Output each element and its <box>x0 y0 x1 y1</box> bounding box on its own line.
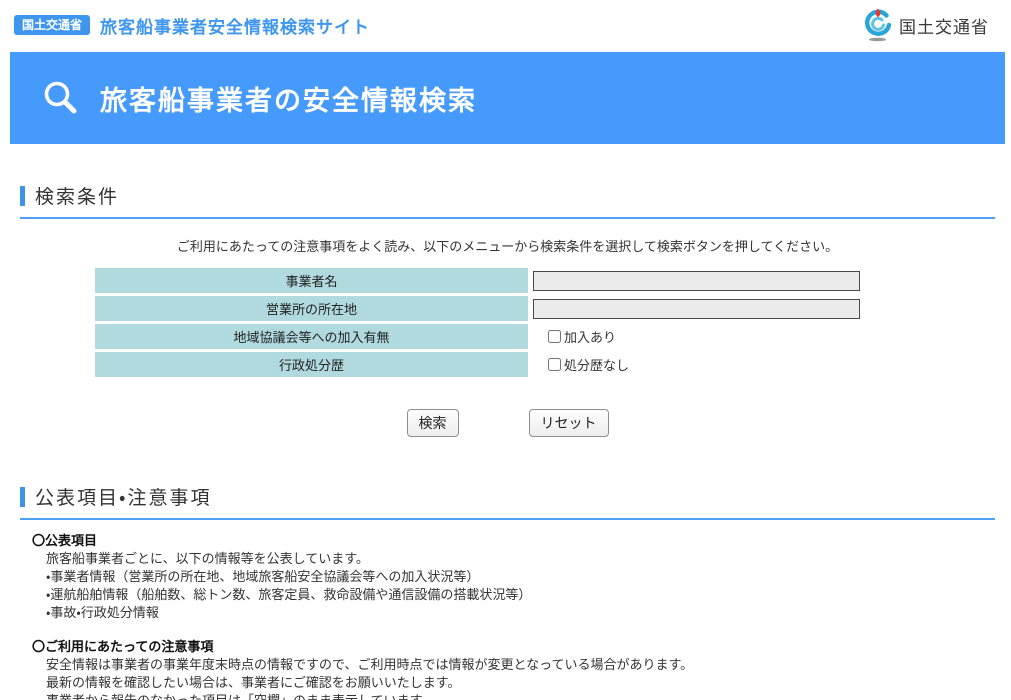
disposition-history-option[interactable]: 処分歴なし <box>548 355 629 374</box>
search-conditions-heading: 検索条件 <box>20 182 995 219</box>
table-row-operator-name: 事業者名 <box>95 268 861 293</box>
table-row-council-membership: 地域協議会等への加入有無 加入あり <box>95 324 861 349</box>
council-membership-label: 地域協議会等への加入有無 <box>95 324 528 349</box>
published-intro: 旅客船事業者ごとに、以下の情報等を公表しています。 <box>46 550 995 568</box>
mlit-logo-icon <box>861 7 895 43</box>
mlit-logo-text: 国土交通省 <box>899 13 989 38</box>
search-instruction: ご利用にあたっての注意事項をよく読み、以下のメニューから検索条件を選択して検索ボ… <box>20 236 995 255</box>
search-icon <box>42 79 80 117</box>
reset-button[interactable]: リセット <box>529 409 609 437</box>
published-items-title: 公表項目・注意事項 <box>35 483 211 510</box>
search-button[interactable]: 検索 <box>407 409 459 437</box>
top-bar: 国土交通省 旅客船事業者安全情報検索サイト 国土交通省 <box>0 0 1011 50</box>
note-line: 事業者から報告のなかった項目は「空欄」のまま表示しています。 <box>46 692 995 700</box>
form-buttons: 検索 リセット <box>20 409 995 437</box>
search-conditions-title: 検索条件 <box>35 182 119 209</box>
disposition-history-checkbox[interactable] <box>548 358 561 371</box>
spacer <box>20 622 995 638</box>
note-line: 安全情報は事業者の事業年度末時点の情報ですので、ご利用時点では情報が変更となって… <box>46 656 995 674</box>
published-item: ・事業者情報（営業所の所在地、地域旅客船安全協議会等への加入状況等） <box>46 568 995 586</box>
published-block-title: 〇公表項目 <box>32 532 995 550</box>
published-items-section: 公表項目・注意事項 〇公表項目 旅客船事業者ごとに、以下の情報等を公表しています… <box>20 483 995 700</box>
search-conditions-table: 事業者名 営業所の所在地 地域協議会等への加入有無 加入あり 行政処分歴 <box>95 268 861 377</box>
disposition-history-label: 行政処分歴 <box>95 352 528 377</box>
operator-name-label: 事業者名 <box>95 268 528 293</box>
published-item: ・事故・行政処分情報 <box>46 604 995 622</box>
note-line: 最新の情報を確認したい場合は、事業者にご確認をお願いいたします。 <box>46 674 995 692</box>
hero-banner: 旅客船事業者の安全情報検索 <box>10 52 1005 144</box>
site-title[interactable]: 旅客船事業者安全情報検索サイト <box>100 13 370 38</box>
search-conditions-section: 検索条件 ご利用にあたっての注意事項をよく読み、以下のメニューから検索条件を選択… <box>20 182 995 437</box>
published-item: ・運航船舶情報（船舶数、総トン数、旅客定員、救命設備や通信設備の搭載状況等） <box>46 586 995 604</box>
page-title: 旅客船事業者の安全情報検索 <box>100 79 477 118</box>
table-row-disposition-history: 行政処分歴 処分歴なし <box>95 352 861 377</box>
disposition-history-checkbox-label: 処分歴なし <box>564 355 629 374</box>
council-membership-checkbox-label: 加入あり <box>564 327 616 346</box>
office-location-label: 営業所の所在地 <box>95 296 528 321</box>
operator-name-input[interactable] <box>533 271 860 291</box>
info-body: 〇公表項目 旅客船事業者ごとに、以下の情報等を公表しています。 ・事業者情報（営… <box>20 532 995 700</box>
council-membership-option[interactable]: 加入あり <box>548 327 616 346</box>
heading-accent-bar <box>20 186 25 206</box>
office-location-input[interactable] <box>533 299 860 319</box>
table-row-office-location: 営業所の所在地 <box>95 296 861 321</box>
council-membership-checkbox[interactable] <box>548 330 561 343</box>
gov-badge: 国土交通省 <box>14 15 90 35</box>
published-items-heading: 公表項目・注意事項 <box>20 483 995 520</box>
mlit-logo-group[interactable]: 国土交通省 <box>861 7 997 43</box>
notes-block-title: 〇ご利用にあたっての注意事項 <box>32 638 995 656</box>
heading-accent-bar <box>20 487 25 507</box>
